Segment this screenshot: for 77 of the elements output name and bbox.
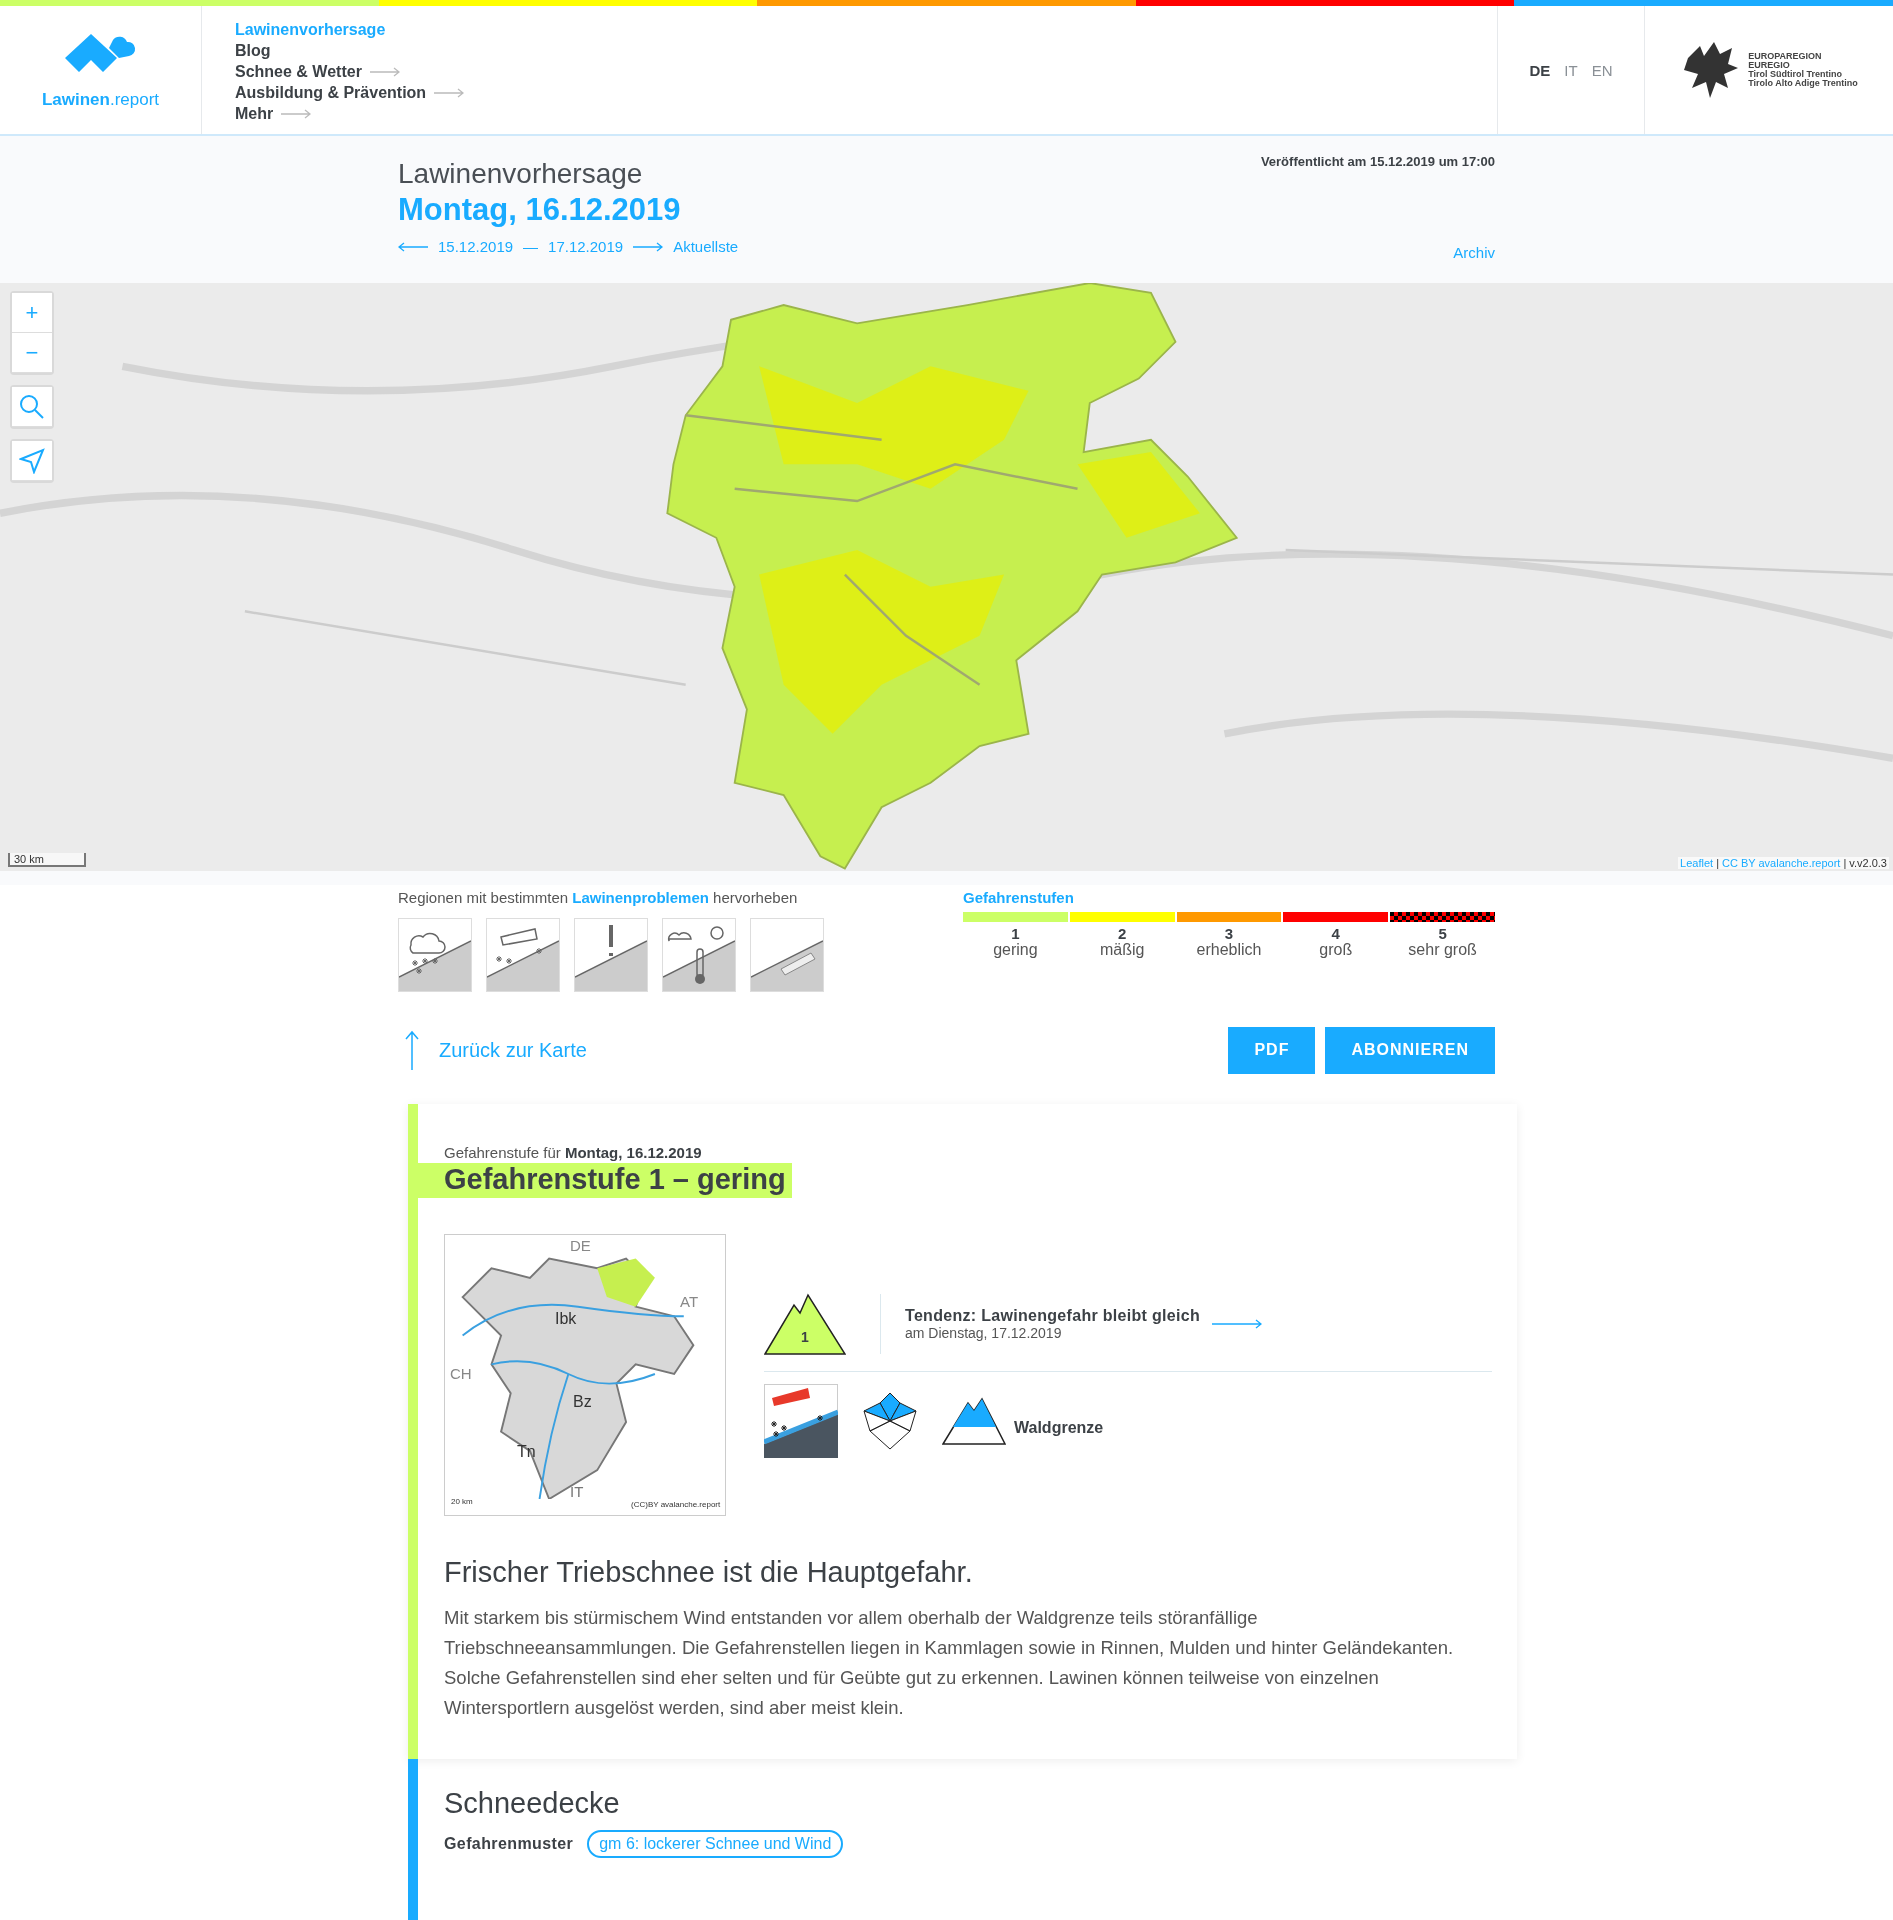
partner-logo-text: EUROPAREGION EUREGIO Tirol Südtirol Trentino Tirolo Alto Adige Trentino [1748,52,1858,88]
problem-filter-button[interactable] [486,918,560,992]
danger-level-number: 1 [1011,926,1020,941]
danger-level-label: groß [1319,941,1353,959]
danger-level-label: erheblich [1196,941,1262,959]
date-separator: — [523,238,539,255]
language-link[interactable]: DE [1529,61,1551,79]
danger-level-number: 2 [1118,926,1127,941]
danger-description: Mit starkem bis stürmischem Wind entstanden vor allem oberhalb der Waldgrenze teils störanfällige Triebschneeansammlungen. Die Gefahrenstellen liegen in Kammlagen sowie in Rinnen, Mulden und hinter Geländekanten. Solche Gefahrenstellen sind eher selten und für Geübte gut zu erkennen. Lawinen können teilweise von einzelnen Wintersportlern ausgelöst werden, sind aber meist klein. [444,1606,1455,1720]
arrow-right-icon [633,241,664,252]
danger-scale-title: Gefahrenstufen [963,889,1075,906]
danger-level-label: sehr groß [1408,941,1477,959]
language-link[interactable]: IT [1564,61,1578,79]
arrow-icon [434,87,465,98]
arrow-right-icon [1212,1318,1262,1329]
snowpack-title: Schneedecke [444,1787,621,1820]
latest-link[interactable]: Aktuellste [673,238,739,255]
location-arrow-icon [19,447,45,474]
danger-level-label: gering [993,941,1038,959]
action-button[interactable]: ABONNIEREN [1325,1026,1495,1074]
map-label: AT [680,1293,699,1310]
problem-filter-button[interactable] [750,918,824,992]
attribution-text: | [1716,857,1719,869]
nav-link[interactable]: Lawinenvorhersage [235,20,386,39]
map-label: Bz [573,1393,592,1411]
danger-level-label: mäßig [1099,941,1145,959]
tendency-date: am Dienstag, 17.12.2019 [905,1324,1063,1341]
map-label: DE [570,1237,591,1254]
next-date-link[interactable]: 17.12.2019 [548,238,624,255]
danger-level-icon [764,1292,846,1355]
danger-level-number: 1 [800,1328,810,1345]
danger-pattern-tag[interactable]: gm 6: lockerer Schnee und Wind [587,1830,844,1858]
arrow-icon [369,66,400,77]
map-scale: 30 km [8,853,86,867]
arrow-left-icon [398,241,428,252]
wind-snow-problem-icon [764,1383,838,1458]
nav-link[interactable]: Mehr [235,104,312,123]
nav-link[interactable]: Ausbildung & Prävention [235,83,465,102]
action-button[interactable]: PDF [1228,1026,1316,1074]
pattern-label: Gefahrenmuster [444,1835,574,1853]
nav-link[interactable]: Blog [235,41,271,60]
attribution-link[interactable]: Leaflet [1680,857,1714,869]
nav-link[interactable]: Schnee & Wetter [235,62,400,81]
elevation-label: Waldgrenze [1014,1418,1104,1437]
search-icon [19,393,45,420]
arrow-up-icon [405,1030,419,1070]
problem-filter-button[interactable] [574,918,648,992]
map-label: IT [570,1483,584,1500]
danger-level-number: 3 [1224,926,1234,941]
elevation-icon [942,1396,1006,1445]
previous-date-link[interactable]: 15.12.2019 [438,238,514,255]
logo-text[interactable]: Lawinen.report [41,90,160,110]
published-date: Veröffentlicht am 15.12.2019 um 17:00 [1260,154,1495,169]
map-label: CH [450,1365,472,1382]
problem-filter-button[interactable] [398,918,472,992]
danger-highlight: Frischer Triebschnee ist die Hauptgefahr. [444,1556,974,1589]
page-title: Lawinenvorhersage [398,158,644,190]
archive-link[interactable]: Archiv [1453,244,1495,261]
aspect-rose-icon [860,1390,920,1451]
problem-filter-button[interactable] [662,918,736,992]
tendency-title: Tendenz: Lawinengefahr bleibt gleich [905,1306,1200,1325]
danger-level-heading: Gefahrenstufe 1 – gering [418,1163,792,1198]
back-to-map-link[interactable]: Zurück zur Karte [405,1030,587,1070]
problem-filter-text: Regionen mit bestimmten Lawinenproblemen hervorheben [398,889,799,906]
bulletin-date: Montag, 16.12.2019 [398,192,682,228]
attribution-text: | [1843,857,1847,869]
danger-level-number: 5 [1438,926,1447,941]
language-link[interactable]: EN [1591,61,1613,79]
zoom-in-button[interactable]: + [12,293,52,333]
bulletin-subtitle: Gefahrenstufe für Montag, 16.12.2019 [443,1144,703,1161]
arrow-icon [281,108,312,119]
map-label: 20 km [451,1497,473,1506]
attribution-link[interactable]: CC BY avalanche.report [1722,857,1841,869]
map-label: (CC)BY avalanche.report [631,1500,721,1509]
danger-level-number: 4 [1331,926,1340,941]
map-label: Ibk [555,1310,577,1328]
attribution-text: v.v2.0.3 [1849,857,1887,869]
